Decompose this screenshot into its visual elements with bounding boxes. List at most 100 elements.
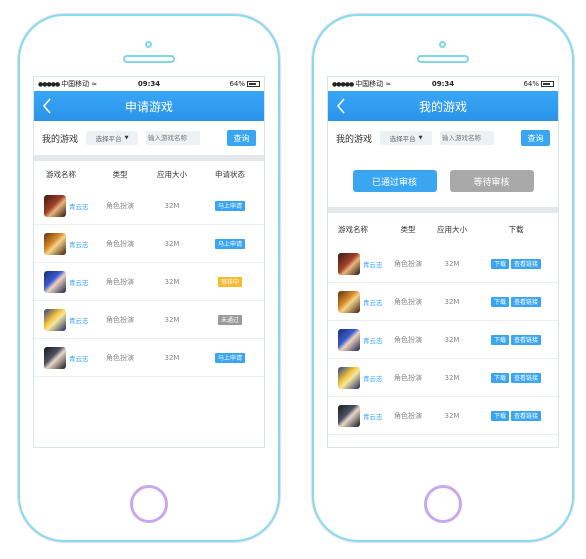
status-cell: 马上申请 <box>196 200 264 211</box>
game-name[interactable]: 青云志 <box>363 259 383 269</box>
download-cell: 下载 查看链接 <box>474 258 558 269</box>
game-cell[interactable]: 青云志 <box>34 232 92 255</box>
screen-apply-games: ●●●●● 中国移动 ≈ 09:34 64% 申请游戏 我的游戏 选择平台▼ 查… <box>33 76 265 448</box>
platform-select[interactable]: 选择平台 ▼ <box>380 131 433 145</box>
game-avatar <box>338 404 360 427</box>
review-tabs: 已通过审核 等待审核 <box>328 155 558 207</box>
game-name[interactable]: 青云志 <box>363 335 383 345</box>
game-avatar <box>338 290 360 313</box>
game-cell[interactable]: 青云志 <box>34 194 92 217</box>
view-link-button[interactable]: 查看链接 <box>511 258 542 269</box>
table-row: 青云志 角色扮演 32M 下载 查看链接 <box>328 359 558 397</box>
game-cell[interactable]: 青云志 <box>328 290 386 313</box>
game-cell[interactable]: 青云志 <box>328 328 386 351</box>
download-cell: 下载 查看链接 <box>474 410 558 421</box>
status-badge[interactable]: 马上申请 <box>214 200 245 211</box>
status-badge[interactable]: 马上申请 <box>214 352 245 363</box>
game-avatar <box>338 328 360 351</box>
table-row: 青云志 角色扮演 32M 未通过 <box>34 301 264 339</box>
game-type: 角色扮演 <box>106 353 134 362</box>
game-cell[interactable]: 青云志 <box>34 270 92 293</box>
tab-approved[interactable]: 已通过审核 <box>352 170 437 192</box>
game-cell[interactable]: 青云志 <box>328 366 386 389</box>
game-cell[interactable]: 青云志 <box>328 404 386 427</box>
table-header: 游戏名称 类型 应用大小 下载 <box>328 213 558 245</box>
filter-bar: 我的游戏 选择平台▼ 查询 <box>34 121 264 155</box>
game-cell[interactable]: 青云志 <box>328 252 386 275</box>
game-avatar <box>44 194 66 217</box>
game-avatar <box>44 270 66 293</box>
view-link-button[interactable]: 查看链接 <box>511 296 542 307</box>
download-button[interactable]: 下载 <box>490 258 509 269</box>
download-cell: 下载 查看链接 <box>474 372 558 383</box>
status-cell: 未通过 <box>196 314 264 325</box>
game-size: 32M <box>164 315 180 324</box>
game-cell[interactable]: 青云志 <box>34 346 92 369</box>
game-avatar <box>338 366 360 389</box>
game-type: 角色扮演 <box>106 239 134 248</box>
phone-frame-right: ●●●●● 中国移动 ≈ 09:34 64% 我的游戏 我的游戏 选择平台▼ 查… <box>312 14 574 542</box>
game-name[interactable]: 青云志 <box>363 373 383 383</box>
back-arrow-icon[interactable] <box>336 98 346 114</box>
game-name[interactable]: 青云志 <box>363 297 383 307</box>
query-button[interactable]: 查询 <box>521 130 550 146</box>
status-cell: 马上申请 <box>196 352 264 363</box>
col-header-size: 应用大小 <box>437 224 467 234</box>
download-button[interactable]: 下载 <box>490 372 509 383</box>
status-badge[interactable]: 审核中 <box>217 276 242 287</box>
game-search-input[interactable] <box>440 131 495 145</box>
status-bar: ●●●●● 中国移动 ≈ 09:34 64% <box>34 77 264 91</box>
download-button[interactable]: 下载 <box>490 296 509 307</box>
query-button[interactable]: 查询 <box>227 130 256 146</box>
nav-bar: 我的游戏 <box>328 91 558 121</box>
view-link-button[interactable]: 查看链接 <box>511 334 542 345</box>
status-cell: 马上申请 <box>196 238 264 249</box>
nav-bar: 申请游戏 <box>34 91 264 121</box>
table-row: 青云志 角色扮演 32M 下载 查看链接 <box>328 283 558 321</box>
tab-pending[interactable]: 等待审核 <box>449 170 534 192</box>
table-row: 青云志 角色扮演 32M 马上申请 <box>34 225 264 263</box>
game-name[interactable]: 青云志 <box>69 277 89 287</box>
game-name[interactable]: 青云志 <box>69 353 89 363</box>
game-search-input[interactable] <box>146 131 201 145</box>
view-link-button[interactable]: 查看链接 <box>511 372 542 383</box>
table-row: 青云志 角色扮演 32M 下载 查看链接 <box>328 321 558 359</box>
game-type: 角色扮演 <box>106 201 134 210</box>
game-name[interactable]: 青云志 <box>69 201 89 211</box>
filter-bar: 我的游戏 选择平台▼ 查询 <box>328 121 558 155</box>
game-type: 角色扮演 <box>394 373 422 382</box>
col-header-name: 游戏名称 <box>338 224 368 234</box>
platform-select[interactable]: 选择平台 ▼ <box>86 131 139 145</box>
page-title: 我的游戏 <box>418 99 467 114</box>
status-badge[interactable]: 马上申请 <box>214 238 245 249</box>
home-button[interactable] <box>130 485 168 523</box>
screen-my-games: ●●●●● 中国移动 ≈ 09:34 64% 我的游戏 我的游戏 选择平台▼ 查… <box>327 76 559 448</box>
home-button[interactable] <box>424 485 462 523</box>
camera-icon <box>145 41 152 48</box>
game-name[interactable]: 青云志 <box>69 315 89 325</box>
status-badge[interactable]: 未通过 <box>217 314 242 325</box>
table-row: 青云志 角色扮演 32M 下载 查看链接 <box>328 397 558 435</box>
back-arrow-icon[interactable] <box>42 98 52 114</box>
game-cell[interactable]: 青云志 <box>34 308 92 331</box>
game-name[interactable]: 青云志 <box>69 239 89 249</box>
download-button[interactable]: 下载 <box>490 334 509 345</box>
platform-select-value: 选择平台 <box>95 135 122 143</box>
game-size: 32M <box>444 373 460 382</box>
table-header: 游戏名称 类型 应用大小 申请状态 <box>34 161 264 187</box>
col-header-name: 游戏名称 <box>46 169 76 179</box>
col-header-status: 申请状态 <box>215 169 245 179</box>
page-title: 申请游戏 <box>124 99 173 114</box>
game-avatar <box>338 252 360 275</box>
filter-label: 我的游戏 <box>336 134 373 145</box>
table-row: 青云志 角色扮演 32M 马上申请 <box>34 187 264 225</box>
view-link-button[interactable]: 查看链接 <box>511 410 542 421</box>
download-button[interactable]: 下载 <box>490 410 509 421</box>
speaker-grille <box>123 55 175 63</box>
game-size: 32M <box>444 297 460 306</box>
game-name[interactable]: 青云志 <box>363 411 383 421</box>
game-type: 角色扮演 <box>394 411 422 420</box>
game-size: 32M <box>164 201 180 210</box>
game-size: 32M <box>164 239 180 248</box>
table-row: 青云志 角色扮演 32M 马上申请 <box>34 339 264 377</box>
